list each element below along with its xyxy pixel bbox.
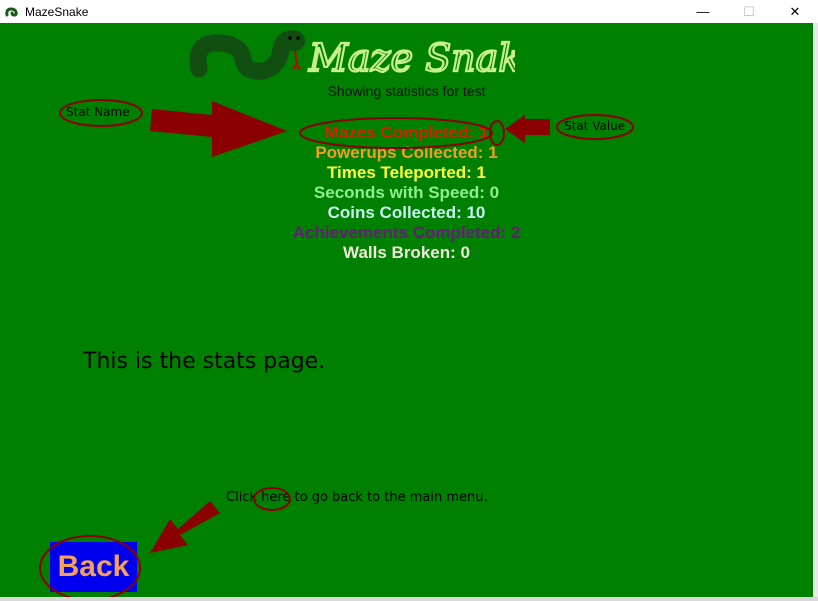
maximize-button[interactable]: ☐ [726,0,772,23]
back-arrow-icon [150,501,220,553]
snake-logo-icon [189,30,305,80]
window-right-edge [813,23,818,601]
game-canvas: Maze Snake Showing statistics for test M… [0,23,813,597]
back-button[interactable]: Back [50,542,137,592]
minimize-button[interactable]: — [680,0,726,23]
window-title: MazeSnake [25,4,89,19]
stat-line: Times Teleported: 1 [326,163,487,182]
here-link[interactable]: here [261,490,290,505]
instruction-prefix: Click [226,490,262,505]
logo-title-text: Maze Snake [308,36,515,80]
stat-value-annotation: Stat Value [564,119,626,133]
title-bar: MazeSnake — ☐ ✕ [0,0,818,23]
stat-line: Walls Broken: 0 [343,243,470,262]
back-instruction: Click here to go back to the main menu. [226,490,488,505]
window-bottom-edge [0,597,818,601]
stat-line: Seconds with Speed: 0 [313,183,500,202]
close-button[interactable]: ✕ [772,0,818,23]
stat-line: Powerups Collected: 1 [315,143,498,162]
maze-snake-title-logo: Maze Snake [307,35,515,81]
instruction-suffix: to go back to the main menu. [290,490,488,505]
stat-line: Coins Collected: 10 [327,203,486,222]
stat-line: Mazes Completed: 1 [324,123,489,142]
stat-name-annotation: Stat Name [66,105,130,119]
snake-app-icon [5,6,18,17]
stat-line: Achievements Completed: 2 [292,223,521,242]
stats-subtitle: Showing statistics for test [327,83,486,99]
stats-page-description: This is the stats page. [83,349,326,374]
